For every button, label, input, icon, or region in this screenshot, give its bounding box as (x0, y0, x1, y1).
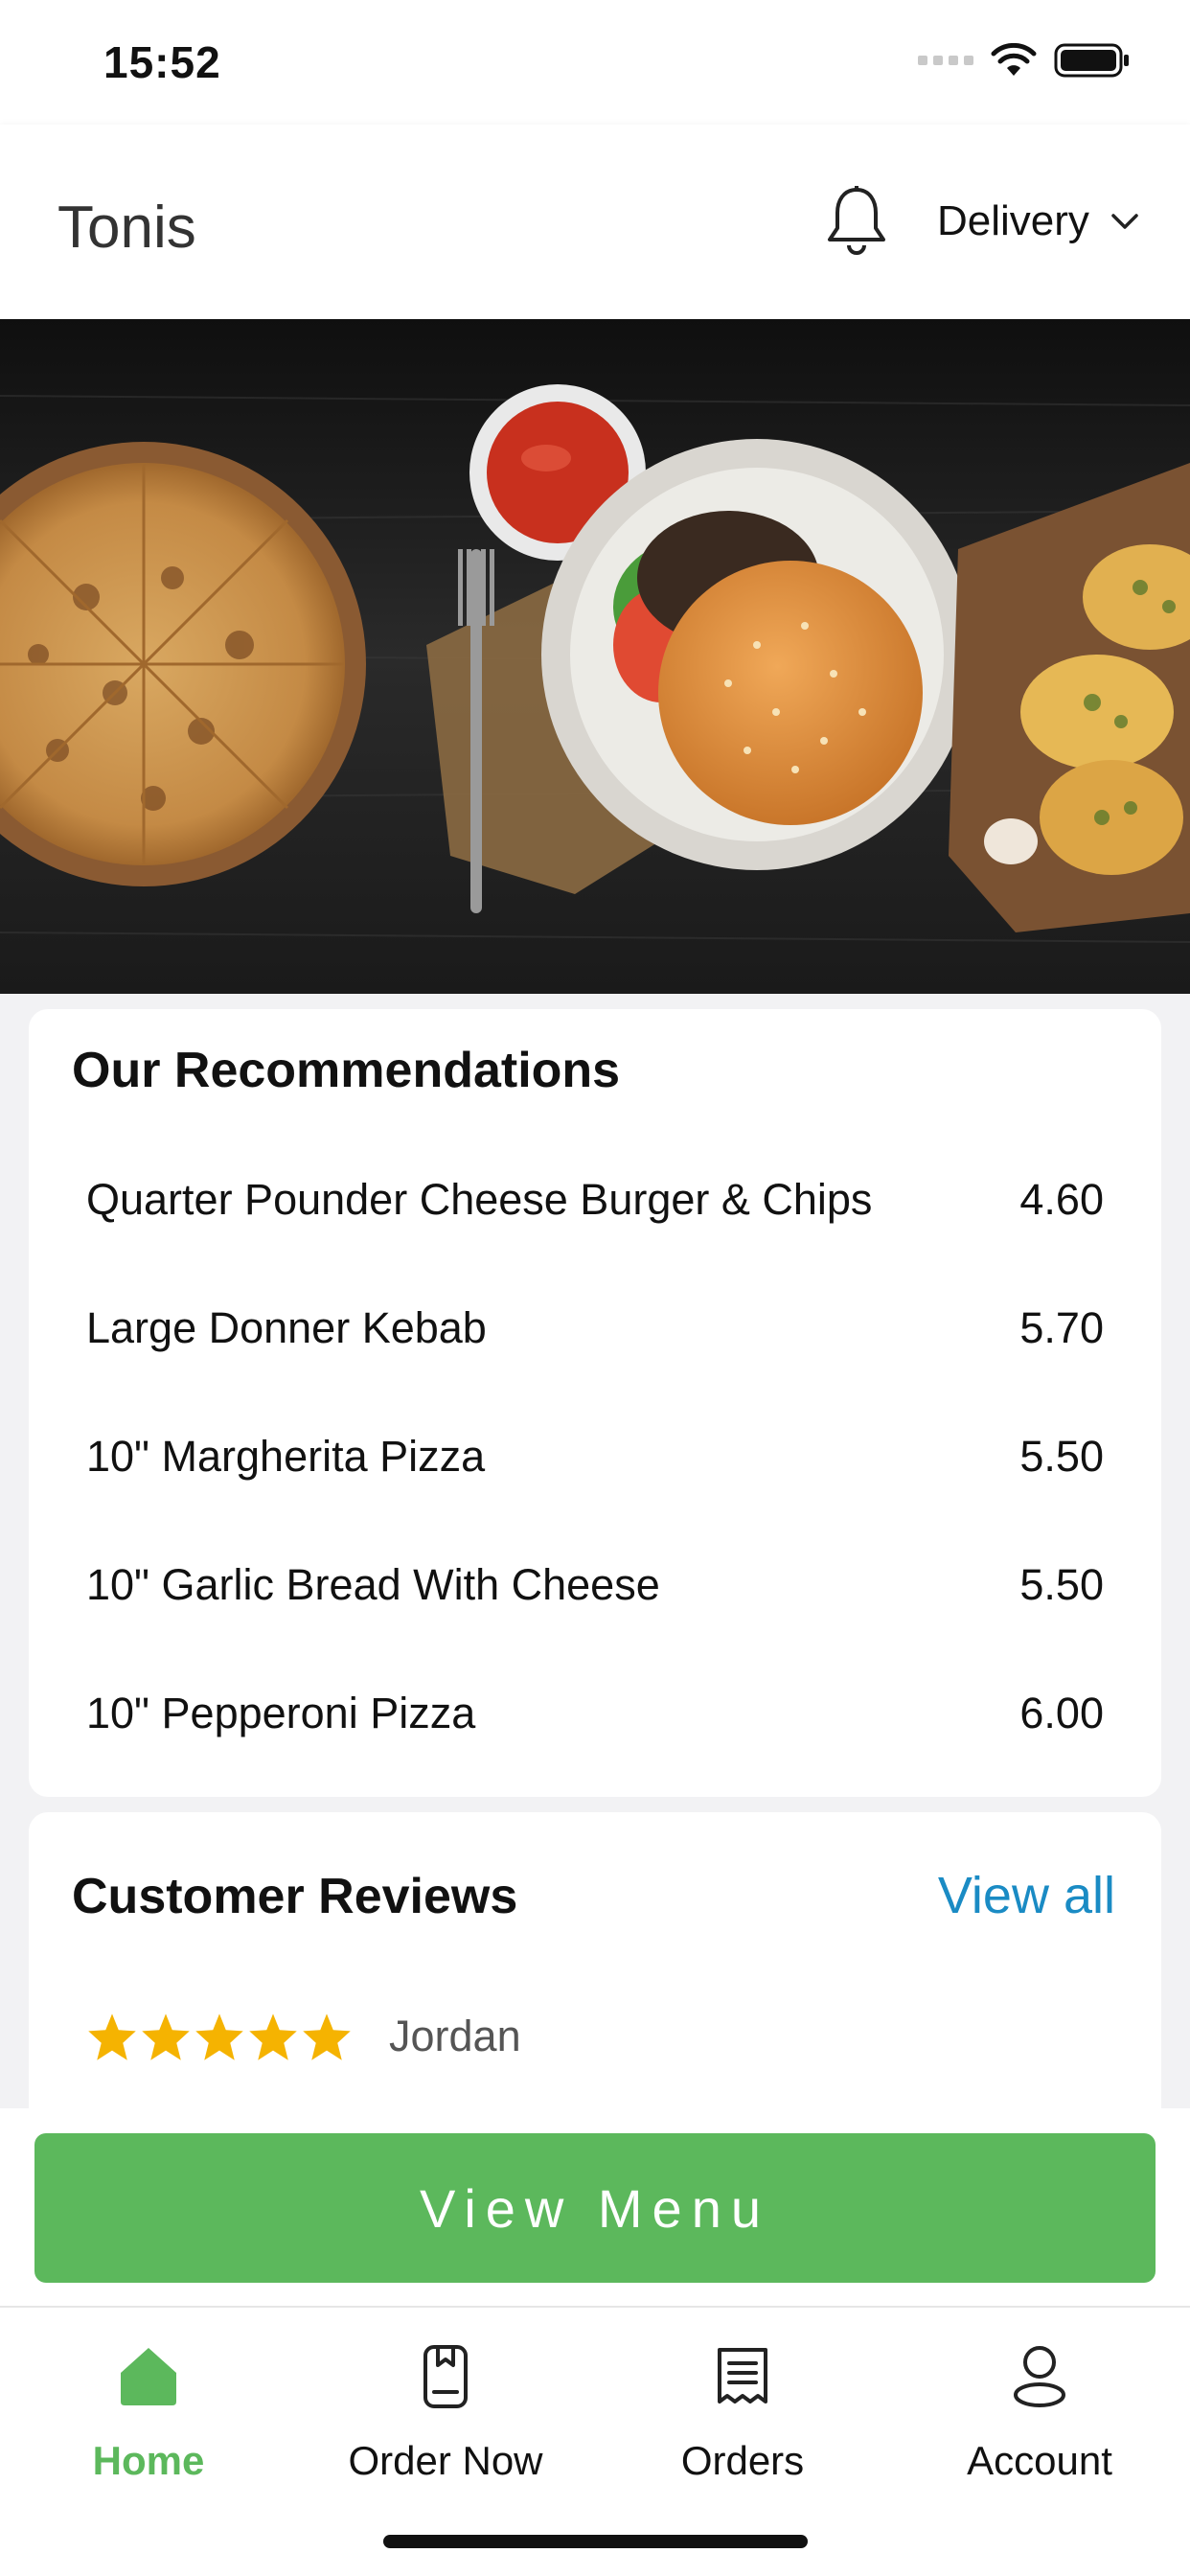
star-icon (303, 2013, 351, 2060)
tab-label: Order Now (348, 2438, 543, 2483)
app-header: Tonis Delivery (0, 125, 1190, 319)
tab-home[interactable]: Home (0, 2338, 297, 2501)
recommendations-card: Our Recommendations Quarter Pounder Chee… (29, 1009, 1161, 1797)
recommendation-item[interactable]: Large Donner Kebab 5.70 (57, 1264, 1133, 1392)
item-price: 6.00 (1019, 1689, 1104, 1737)
reviewer-name: Jordan (389, 2012, 521, 2060)
bell-icon[interactable] (824, 184, 889, 257)
delivery-label: Delivery (937, 197, 1089, 244)
signal-icon (918, 56, 973, 65)
recommendations-title: Our Recommendations (72, 1043, 621, 1098)
reviews-title: Customer Reviews (72, 1869, 518, 1924)
status-icons (918, 42, 1131, 79)
user-icon (1014, 2346, 1065, 2407)
chevron-down-icon (1111, 214, 1138, 229)
review-item[interactable]: Jordan (86, 2012, 521, 2061)
app-title: Tonis (57, 195, 196, 261)
status-time: 15:52 (103, 37, 221, 87)
view-all-reviews-link[interactable]: View all (938, 1866, 1115, 1925)
recommendation-item[interactable]: 10" Pepperoni Pizza 6.00 (57, 1649, 1133, 1778)
star-icon (195, 2013, 243, 2060)
food-banner-image (0, 319, 1190, 994)
tab-account[interactable]: Account (891, 2338, 1188, 2501)
tab-label: Home (92, 2438, 205, 2483)
wifi-icon (991, 43, 1037, 76)
recommendation-item[interactable]: 10" Margherita Pizza 5.50 (57, 1392, 1133, 1521)
bottom-area: View Menu Home Order Now Orders Account (0, 2108, 1190, 2576)
home-indicator (383, 2535, 808, 2548)
star-icon (142, 2013, 190, 2060)
delivery-mode-select[interactable]: Delivery (937, 197, 1139, 245)
star-icon (249, 2013, 297, 2060)
star-rating (86, 2012, 353, 2061)
recommendation-item[interactable]: Quarter Pounder Cheese Burger & Chips 4.… (57, 1136, 1133, 1264)
status-bar: 15:52 (0, 0, 1190, 125)
item-price: 4.60 (1019, 1175, 1104, 1224)
receipt-icon (718, 2348, 767, 2404)
tab-label: Orders (680, 2438, 805, 2483)
item-price: 5.50 (1019, 1432, 1104, 1481)
tab-order-now[interactable]: Order Now (297, 2338, 594, 2501)
item-name: Large Donner Kebab (86, 1303, 487, 1352)
star-icon (88, 2013, 136, 2060)
item-name: Quarter Pounder Cheese Burger & Chips (86, 1175, 873, 1224)
view-menu-button[interactable]: View Menu (34, 2133, 1156, 2283)
tab-label: Account (967, 2438, 1112, 2483)
item-price: 5.70 (1019, 1303, 1104, 1352)
home-icon (121, 2348, 176, 2405)
tab-orders[interactable]: Orders (594, 2338, 891, 2501)
battery-icon (1054, 43, 1129, 78)
order-icon (423, 2345, 468, 2408)
recommendation-item[interactable]: 10" Garlic Bread With Cheese 5.50 (57, 1521, 1133, 1649)
item-name: 10" Pepperoni Pizza (86, 1689, 476, 1737)
item-name: 10" Margherita Pizza (86, 1432, 486, 1481)
hero-banner (0, 319, 1190, 994)
item-name: 10" Garlic Bread With Cheese (86, 1560, 660, 1609)
item-price: 5.50 (1019, 1560, 1104, 1609)
tabbar-divider (0, 2306, 1190, 2308)
